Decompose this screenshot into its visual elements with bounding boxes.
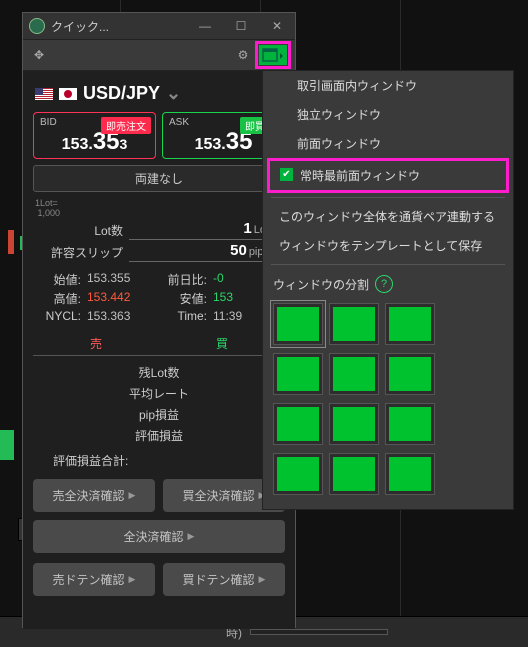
layout-1x3[interactable] bbox=[385, 303, 435, 345]
window-mode-button[interactable] bbox=[259, 45, 287, 65]
summary-block: 残Lot数 平均レート pip損益 評価損益 評価損益合計: bbox=[33, 362, 285, 469]
bid-box[interactable]: BID 即売注文 153. 35 3 bbox=[33, 112, 156, 159]
pair-symbol: USD/JPY bbox=[83, 83, 160, 104]
layout-2x1[interactable] bbox=[273, 353, 323, 395]
panel-body: USD/JPY ⌄ BID 即売注文 153. 35 3 ASK 即買注 153… bbox=[23, 71, 295, 629]
layout-2h-split[interactable] bbox=[273, 403, 323, 445]
move-icon[interactable]: ✥ bbox=[27, 44, 51, 66]
menu-in-app-window[interactable]: 取引画面内ウィンドウ bbox=[263, 71, 513, 100]
lot-note: 1Lot= 1,000 bbox=[35, 198, 285, 218]
layout-3x3[interactable] bbox=[385, 453, 435, 495]
window-mode-highlight bbox=[255, 41, 291, 69]
lot-input[interactable]: 1 Lot bbox=[129, 220, 271, 240]
status-field[interactable] bbox=[250, 629, 388, 635]
layout-grid bbox=[263, 299, 513, 499]
menu-split-header: ウィンドウの分割 ? bbox=[263, 269, 513, 299]
sell-doten-button[interactable]: 売ドテン確認▶ bbox=[33, 563, 155, 596]
close-all-button[interactable]: 全決済確認▶ bbox=[33, 520, 285, 553]
layout-1x1[interactable] bbox=[273, 303, 323, 345]
titlebar[interactable]: クイック... — ☐ ✕ bbox=[23, 13, 295, 39]
toolbar: ✥ ⚙ bbox=[23, 39, 295, 71]
layout-2x3[interactable] bbox=[329, 453, 379, 495]
buy-doten-button[interactable]: 買ドテン確認▶ bbox=[163, 563, 285, 596]
minimize-button[interactable]: — bbox=[187, 13, 223, 39]
ryoudate-button[interactable]: 両建なし bbox=[33, 165, 285, 192]
pair-selector[interactable]: USD/JPY ⌄ bbox=[33, 81, 285, 112]
menu-front-window[interactable]: 前面ウィンドウ bbox=[263, 129, 513, 158]
layout-2v-split[interactable] bbox=[385, 353, 435, 395]
sell-close-all-button[interactable]: 売全決済確認▶ bbox=[33, 479, 155, 512]
slip-label: 許容スリップ bbox=[33, 244, 129, 261]
menu-link-pair[interactable]: このウィンドウ全体を通貨ペア連動する bbox=[263, 202, 513, 231]
flag-us-icon bbox=[35, 88, 53, 100]
menu-separator bbox=[271, 197, 505, 198]
close-button[interactable]: ✕ bbox=[259, 13, 295, 39]
slip-input[interactable]: 50 pips bbox=[129, 242, 271, 262]
menu-always-on-top[interactable]: ✔ 常時最前面ウィンドウ bbox=[267, 158, 509, 193]
menu-save-template[interactable]: ウィンドウをテンプレートとして保存 bbox=[263, 231, 513, 260]
layout-2x3a[interactable] bbox=[329, 403, 379, 445]
buy-sell-header: 売 買 bbox=[33, 332, 285, 356]
menu-independent-window[interactable]: 独立ウィンドウ bbox=[263, 100, 513, 129]
stats-block: 始値: 153.355 前日比: -0 高値: 153.442 安値: 153 … bbox=[33, 270, 285, 324]
bid-tag: 即売注文 bbox=[101, 117, 151, 134]
layout-1x2[interactable] bbox=[329, 303, 379, 345]
check-icon: ✔ bbox=[280, 168, 293, 181]
layout-2x3b[interactable] bbox=[385, 403, 435, 445]
window-mode-menu: 取引画面内ウィンドウ 独立ウィンドウ 前面ウィンドウ ✔ 常時最前面ウィンドウ … bbox=[262, 70, 514, 510]
flag-jp-icon bbox=[59, 88, 77, 100]
layout-3x2[interactable] bbox=[273, 453, 323, 495]
quick-panel: クイック... — ☐ ✕ ✥ ⚙ USD/JPY ⌄ BI bbox=[22, 12, 296, 628]
gear-icon[interactable]: ⚙ bbox=[231, 44, 255, 66]
app-icon bbox=[29, 18, 45, 34]
chevron-down-icon: ⌄ bbox=[166, 83, 181, 104]
menu-separator bbox=[271, 264, 505, 265]
layout-2x2[interactable] bbox=[329, 353, 379, 395]
maximize-button[interactable]: ☐ bbox=[223, 13, 259, 39]
help-icon[interactable]: ? bbox=[375, 275, 393, 293]
window-title: クイック... bbox=[51, 18, 187, 35]
sell-header: 売 bbox=[33, 332, 159, 355]
lot-label: Lot数 bbox=[33, 222, 129, 239]
